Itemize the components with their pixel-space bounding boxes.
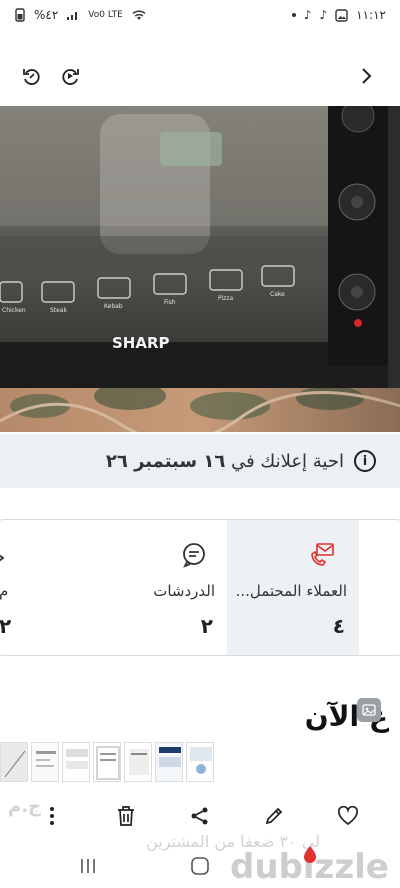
share-button[interactable] — [184, 800, 216, 832]
thumbnail[interactable] — [31, 742, 59, 782]
expiry-text: احية إعلانك في ١٦ سبتمبر ٢٦ — [106, 451, 344, 472]
tiktok-icon: ♪ — [303, 8, 312, 22]
thumbnail[interactable] — [186, 742, 214, 782]
stat-value: ٢ — [0, 614, 12, 638]
stat-label: م — [0, 582, 8, 600]
image-icon — [362, 704, 376, 716]
mode-label: Pizza — [218, 295, 233, 302]
more-vertical-icon — [50, 807, 54, 825]
rotate-ccw-icon — [23, 69, 40, 85]
stat-label: الدردشات — [153, 582, 215, 600]
listing-photo[interactable]: Chicken Steak Kebab Fish Pizza Cake SHAR… — [0, 106, 400, 432]
stat-value: ٤ — [332, 614, 345, 638]
network-label: Vo0 LTE — [88, 9, 123, 20]
oven-image: Chicken Steak Kebab Fish Pizza Cake SHAR… — [0, 106, 400, 432]
tiktok-icon: ♪ — [319, 8, 328, 22]
dot-icon — [291, 13, 296, 17]
battery-icon — [15, 8, 25, 22]
info-icon[interactable]: i — [354, 450, 376, 472]
favorite-button[interactable] — [332, 800, 364, 832]
image-badge-icon[interactable] — [357, 698, 381, 722]
delete-button[interactable] — [110, 800, 142, 832]
gallery-icon — [335, 8, 348, 22]
rotate-cw-icon — [62, 69, 79, 85]
stat-partial[interactable]: م ٢ — [0, 520, 95, 655]
dubizzle-watermark: dubizzle — [230, 842, 390, 888]
brand-label: SHARP — [112, 334, 170, 352]
heart-icon — [337, 806, 359, 826]
stat-label: العملاء المحتمل... — [235, 582, 347, 600]
stat-chats[interactable]: الدردشات ٢ — [95, 520, 227, 655]
mode-label: Fish — [164, 299, 176, 306]
mode-label: Cake — [270, 291, 285, 298]
thumbnail[interactable] — [93, 742, 121, 782]
stat-value: ٢ — [200, 614, 213, 638]
rotate-cw-button[interactable] — [52, 58, 88, 94]
back-button[interactable] — [348, 58, 384, 94]
chevron-right-icon — [362, 68, 372, 84]
image-toolbar — [0, 48, 400, 104]
ad-stats-card: العملاء المحتمل... ٤ الدردشات ٢ م ٢ — [0, 519, 400, 656]
action-bar — [0, 796, 400, 836]
recents-icon[interactable] — [80, 856, 96, 876]
edit-icon — [265, 807, 283, 825]
rotate-ccw-button[interactable] — [14, 58, 50, 94]
more-button[interactable] — [36, 800, 68, 832]
chat-icon — [183, 543, 205, 568]
delete-icon — [118, 806, 134, 826]
clock: ١١:١٢ — [356, 8, 386, 22]
partial-icon — [0, 554, 5, 562]
mode-label: Kebab — [104, 303, 123, 310]
wifi-icon — [132, 10, 146, 20]
thumbnail-strip — [0, 742, 222, 782]
mode-label: Chicken — [2, 307, 26, 314]
dubizzle-logo: dubizzle — [230, 846, 389, 887]
edit-button[interactable] — [258, 800, 290, 832]
phone-envelope-icon — [311, 543, 334, 566]
battery-percent: %٤٢ — [34, 8, 59, 22]
expiry-date: ١٦ سبتمبر ٢٦ — [105, 450, 226, 472]
mode-label: Steak — [50, 307, 68, 314]
share-icon — [191, 807, 208, 825]
expiry-banner: احية إعلانك في ١٦ سبتمبر ٢٦ i — [0, 434, 400, 488]
signal-icon — [67, 12, 78, 20]
thumbnail[interactable] — [0, 742, 28, 782]
status-bar: %٤٢ Vo0 LTE ♪ ♪ ١١:١٢ — [0, 0, 400, 30]
stat-leads[interactable]: العملاء المحتمل... ٤ — [227, 520, 359, 655]
thumbnail[interactable] — [124, 742, 152, 782]
thumbnail[interactable] — [155, 742, 183, 782]
thumbnail[interactable] — [62, 742, 90, 782]
expiry-prefix: احية إعلانك في — [225, 450, 344, 472]
home-icon[interactable] — [190, 856, 210, 876]
